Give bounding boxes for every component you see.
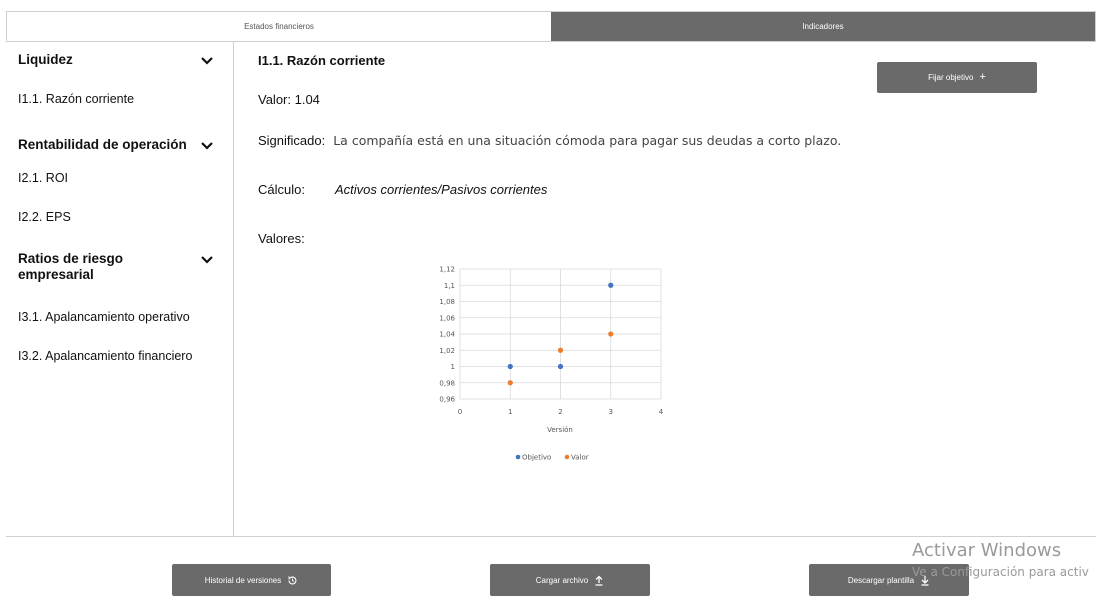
indicator-title: I1.1. Razón corriente bbox=[258, 53, 386, 68]
tab-indicadores[interactable]: Indicadores bbox=[551, 12, 1095, 41]
sidebar-item-razon-corriente[interactable]: I1.1. Razón corriente bbox=[18, 92, 134, 106]
tab-estados-financieros[interactable]: Estados financieros bbox=[7, 12, 551, 41]
sidebar-item-roi[interactable]: I2.1. ROI bbox=[18, 171, 68, 185]
y-axis-ticks: 0,96 0,98 1 1,02 1,04 1,06 1,08 1,1 1,12 bbox=[439, 266, 455, 404]
chart-legend: Objetivo Valor bbox=[515, 454, 589, 462]
sidebar-item-apalancamiento-operativo[interactable]: I3.1. Apalancamiento operativo bbox=[18, 310, 190, 324]
calc-formula: Activos corrientes/Pasivos corrientes bbox=[334, 182, 548, 197]
x-tick-label: 1 bbox=[508, 408, 512, 416]
set-goal-label: Fijar objetivo bbox=[928, 73, 974, 82]
footer-divider bbox=[6, 536, 1096, 537]
version-history-label: Historial de versiones bbox=[204, 575, 282, 585]
y-tick-label: 0,96 bbox=[439, 396, 455, 404]
chart-grid bbox=[459, 268, 662, 400]
history-icon bbox=[288, 575, 297, 584]
chevron-down-icon bbox=[201, 57, 213, 65]
x-axis-ticks: 0 1 2 3 4 bbox=[458, 408, 664, 416]
sidebar: Liquidez I1.1. Razón corriente Rentabili… bbox=[6, 42, 234, 536]
data-point-valor bbox=[507, 380, 513, 386]
legend-objetivo: Objetivo bbox=[522, 454, 551, 462]
tab-bar: Estados financieros Indicadores bbox=[6, 11, 1096, 42]
x-tick-label: 2 bbox=[558, 408, 562, 416]
section-ratios-riesgo[interactable]: Ratios de riesgo empresarial bbox=[18, 251, 218, 283]
indicator-value: Valor: 1.04 bbox=[258, 92, 320, 107]
y-tick-label: 0,98 bbox=[439, 379, 455, 387]
activation-watermark-subtitle: Ve a Configuración para activ bbox=[912, 565, 1089, 579]
chevron-down-icon bbox=[201, 256, 213, 264]
plus-icon: + bbox=[979, 71, 986, 83]
sidebar-item-eps[interactable]: I2.2. EPS bbox=[18, 210, 71, 224]
chevron-down-icon bbox=[201, 142, 213, 150]
x-tick-label: 3 bbox=[609, 408, 613, 416]
data-point-objetivo bbox=[557, 363, 564, 370]
activation-watermark-title: Activar Windows bbox=[912, 540, 1062, 561]
data-point-valor bbox=[608, 331, 614, 337]
set-goal-button[interactable]: Fijar objetivo + bbox=[877, 62, 1037, 93]
section-title: Ratios de riesgo empresarial bbox=[18, 251, 124, 282]
upload-file-button[interactable]: Cargar archivo bbox=[490, 564, 650, 596]
x-tick-label: 0 bbox=[458, 408, 462, 416]
y-tick-label: 1,04 bbox=[439, 331, 455, 339]
version-history-button[interactable]: Historial de versiones bbox=[172, 564, 331, 596]
upload-file-label: Cargar archivo bbox=[535, 575, 589, 585]
calc-row: Cálculo: Activos corrientes/Pasivos corri… bbox=[258, 182, 547, 197]
y-tick-label: 1,06 bbox=[439, 314, 455, 322]
section-title: Rentabilidad de operación bbox=[18, 137, 187, 152]
download-template-label: Descargar plantilla bbox=[847, 575, 915, 585]
data-point-valor bbox=[557, 347, 564, 353]
y-tick-label: 1,12 bbox=[439, 266, 455, 274]
sidebar-item-apalancamiento-financiero[interactable]: I3.2. Apalancamiento financiero bbox=[18, 349, 192, 363]
x-axis-label: Versión bbox=[547, 426, 573, 434]
y-tick-label: 1,08 bbox=[439, 298, 455, 306]
data-point-objetivo bbox=[507, 363, 513, 370]
calc-label: Cálculo: bbox=[258, 182, 305, 197]
legend-marker-objetivo bbox=[515, 454, 521, 460]
meaning-label: Significado: bbox=[258, 133, 326, 148]
meaning-row: Significado: La compañía está en una situ… bbox=[258, 133, 841, 148]
section-liquidez[interactable]: Liquidez bbox=[18, 52, 218, 67]
y-tick-label: 1 bbox=[451, 363, 455, 371]
y-tick-label: 1,1 bbox=[444, 282, 455, 290]
section-rentabilidad[interactable]: Rentabilidad de operación bbox=[18, 137, 218, 152]
scatter-chart: 0,96 0,98 1 1,02 1,04 1,06 1,08 1,1 1,12 0 1 2 3 4 V… bbox=[439, 266, 664, 462]
data-point-objetivo bbox=[608, 282, 614, 288]
section-title: Liquidez bbox=[18, 52, 73, 67]
upload-icon bbox=[595, 575, 603, 586]
values-label: Valores: bbox=[258, 231, 305, 246]
x-tick-label: 4 bbox=[659, 408, 664, 416]
y-tick-label: 1,02 bbox=[439, 347, 455, 355]
meaning-text: La compañía está en una situación cómoda… bbox=[333, 133, 842, 148]
legend-valor: Valor bbox=[571, 454, 589, 462]
legend-marker-valor bbox=[564, 454, 570, 460]
